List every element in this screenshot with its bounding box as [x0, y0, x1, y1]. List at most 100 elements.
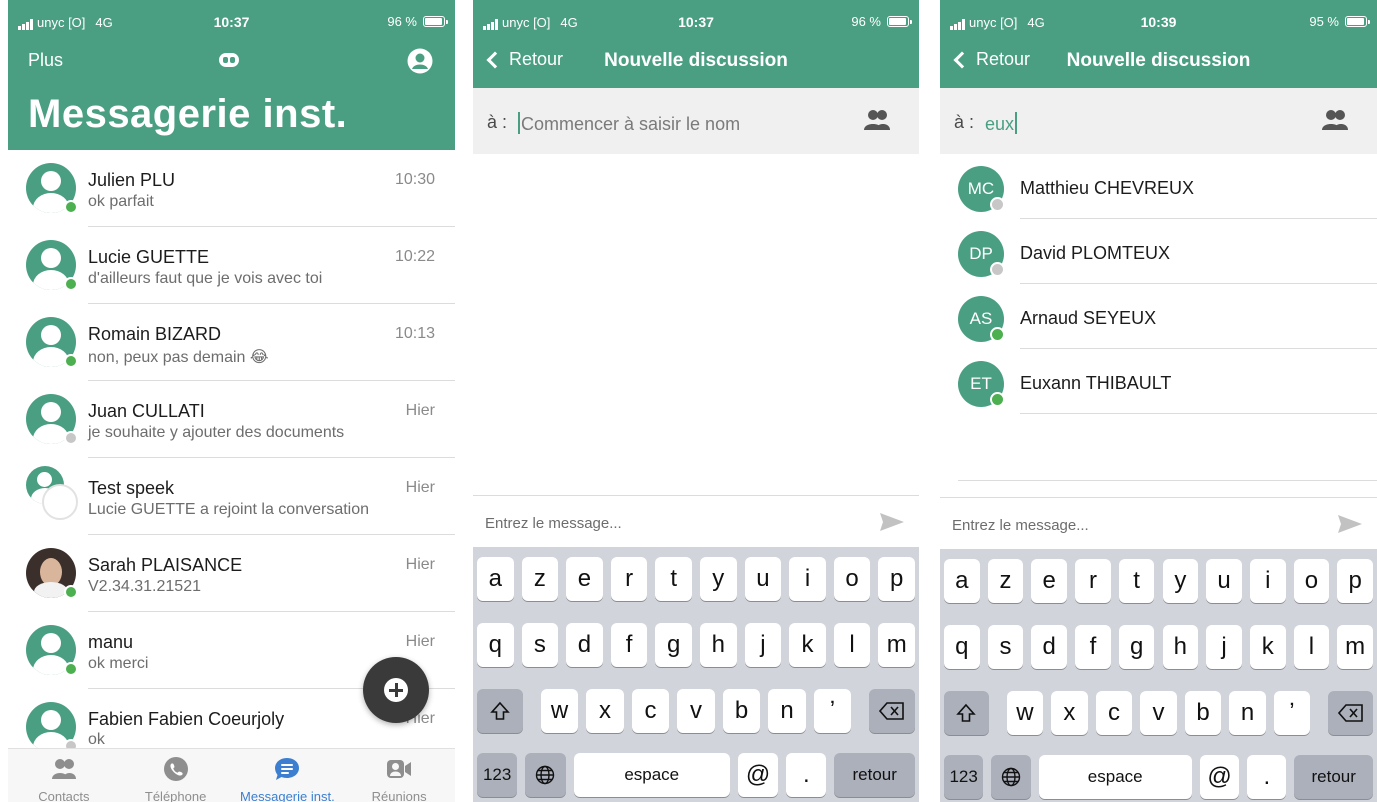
key-label: i — [1265, 567, 1271, 594]
key-d[interactable]: d — [1031, 625, 1068, 669]
conversation-item[interactable]: Julien PLU ok parfait 10:30 — [8, 150, 455, 227]
tab-telephone[interactable]: Téléphone — [120, 749, 232, 802]
key-f[interactable]: f — [610, 623, 648, 667]
tab-messaging[interactable]: Messagerie inst. — [232, 749, 344, 802]
key-j[interactable]: j — [1206, 625, 1242, 669]
key-r[interactable]: r — [610, 557, 648, 601]
key-h[interactable]: h — [700, 623, 737, 667]
contact-result[interactable]: DP David PLOMTEUX — [940, 219, 1377, 284]
conversation-item[interactable]: Romain BIZARD non, peux pas demain 😂 10:… — [8, 304, 455, 381]
chat-bubble-icon[interactable] — [218, 52, 240, 68]
key-apostrophe[interactable]: ʼ — [1273, 691, 1311, 735]
key-s[interactable]: s — [987, 625, 1024, 669]
recipient-input[interactable]: eux — [985, 112, 1018, 135]
contact-name: Lucie GUETTE — [88, 247, 210, 267]
globe-key[interactable] — [991, 755, 1031, 799]
shift-key[interactable] — [477, 689, 523, 733]
key-e[interactable]: e — [566, 557, 603, 601]
conversation-item[interactable]: Lucie GUETTE d'ailleurs faut que je vois… — [8, 227, 455, 304]
numbers-key[interactable]: 123 — [477, 753, 518, 797]
key-a[interactable]: a — [477, 557, 514, 601]
space-key[interactable]: espace — [573, 753, 730, 797]
send-icon[interactable] — [879, 512, 905, 532]
key-g[interactable]: g — [1118, 625, 1155, 669]
delete-key[interactable] — [1328, 691, 1373, 735]
key-p[interactable]: p — [878, 557, 915, 601]
key-b[interactable]: b — [1184, 691, 1222, 735]
key-v[interactable]: v — [677, 689, 715, 733]
key-d[interactable]: d — [566, 623, 603, 667]
key-j[interactable]: j — [744, 623, 782, 667]
profile-icon[interactable] — [407, 48, 433, 74]
key-a[interactable]: a — [944, 559, 980, 603]
conversation-item[interactable]: Test speek Lucie GUETTE a rejoint la con… — [8, 458, 455, 535]
key-y[interactable]: y — [1162, 559, 1199, 603]
contact-result[interactable]: AS Arnaud SEYEUX — [940, 284, 1377, 349]
conversation-item[interactable]: Sarah PLAISANCE V2.34.31.21521 Hier — [8, 535, 455, 612]
key-h[interactable]: h — [1162, 625, 1199, 669]
contacts-picker-icon[interactable] — [1321, 109, 1349, 131]
key-k[interactable]: k — [789, 623, 826, 667]
key-m[interactable]: m — [878, 623, 915, 667]
contact-name: Julien PLU — [88, 170, 176, 190]
key-x[interactable]: x — [586, 689, 624, 733]
message-input[interactable]: Entrez le message... — [952, 517, 1089, 534]
key-i[interactable]: i — [789, 557, 826, 601]
key-m[interactable]: m — [1337, 625, 1373, 669]
key-x[interactable]: x — [1051, 691, 1088, 735]
key-y[interactable]: y — [700, 557, 737, 601]
at-key[interactable]: @ — [737, 753, 779, 797]
return-key[interactable]: retour — [834, 753, 915, 797]
key-s[interactable]: s — [521, 623, 559, 667]
key-z[interactable]: z — [521, 557, 559, 601]
new-conversation-button[interactable] — [363, 657, 429, 723]
key-u[interactable]: u — [744, 557, 782, 601]
contact-result[interactable]: MC Matthieu CHEVREUX — [940, 154, 1377, 219]
dot-key[interactable]: . — [1247, 755, 1287, 799]
key-t[interactable]: t — [655, 557, 692, 601]
key-w[interactable]: w — [1006, 691, 1044, 735]
key-q[interactable]: q — [944, 625, 980, 669]
key-o[interactable]: o — [833, 557, 871, 601]
key-t[interactable]: t — [1118, 559, 1155, 603]
key-apostrophe[interactable]: ʼ — [813, 689, 852, 733]
conversation-item[interactable]: Juan CULLATI je souhaite y ajouter des d… — [8, 381, 455, 458]
key-e[interactable]: e — [1031, 559, 1068, 603]
tab-reunions[interactable]: Réunions — [343, 749, 455, 802]
key-l[interactable]: l — [833, 623, 871, 667]
key-v[interactable]: v — [1140, 691, 1177, 735]
plus-button[interactable]: Plus — [28, 50, 63, 71]
message-input[interactable]: Entrez le message... — [485, 515, 622, 532]
globe-key[interactable] — [525, 753, 566, 797]
at-key[interactable]: @ — [1199, 755, 1240, 799]
recipient-input[interactable]: Commencer à saisir le nom — [518, 112, 740, 135]
key-n[interactable]: n — [768, 689, 806, 733]
numbers-key[interactable]: 123 — [944, 755, 984, 799]
key-c[interactable]: c — [1095, 691, 1133, 735]
tab-contacts[interactable]: Contacts — [8, 749, 120, 802]
key-g[interactable]: g — [655, 623, 692, 667]
key-o[interactable]: o — [1293, 559, 1330, 603]
send-icon[interactable] — [1337, 514, 1363, 534]
key-u[interactable]: u — [1206, 559, 1242, 603]
key-z[interactable]: z — [987, 559, 1024, 603]
key-q[interactable]: q — [477, 623, 514, 667]
key-n[interactable]: n — [1229, 691, 1266, 735]
key-p[interactable]: p — [1337, 559, 1373, 603]
key-c[interactable]: c — [631, 689, 670, 733]
shift-key[interactable] — [944, 691, 989, 735]
space-key[interactable]: espace — [1038, 755, 1192, 799]
key-b[interactable]: b — [722, 689, 761, 733]
key-k[interactable]: k — [1249, 625, 1286, 669]
key-f[interactable]: f — [1075, 625, 1111, 669]
return-key[interactable]: retour — [1294, 755, 1373, 799]
key-i[interactable]: i — [1249, 559, 1286, 603]
key-l[interactable]: l — [1293, 625, 1330, 669]
contacts-picker-icon[interactable] — [863, 109, 891, 131]
contact-result[interactable]: ET Euxann THIBAULT — [940, 349, 1377, 414]
tab-bar: Contacts Téléphone Messagerie inst. Réun… — [8, 748, 455, 802]
delete-key[interactable] — [869, 689, 915, 733]
dot-key[interactable]: . — [786, 753, 827, 797]
key-r[interactable]: r — [1075, 559, 1111, 603]
key-w[interactable]: w — [540, 689, 579, 733]
